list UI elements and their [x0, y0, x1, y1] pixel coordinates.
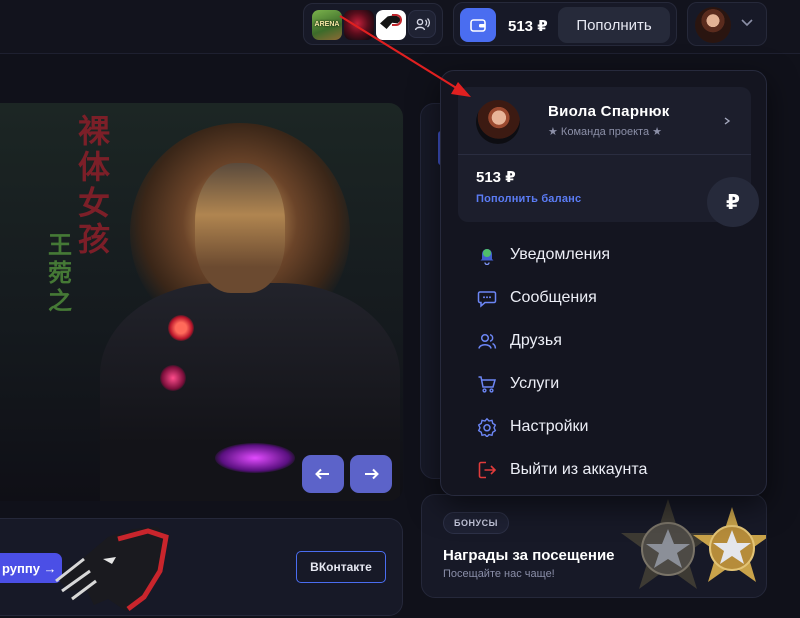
balance-widget: 513 ₽ Пополнить [453, 2, 677, 46]
menu-item-messages[interactable]: Сообщения [475, 276, 745, 319]
friends-icon [475, 329, 499, 353]
lion-face [195, 163, 285, 293]
menu-item-services[interactable]: Услуги [475, 362, 745, 405]
wolf-logo-icon [55, 527, 169, 611]
bell-icon [475, 243, 499, 267]
profile-menu-button[interactable] [687, 2, 767, 46]
chat-icon [475, 286, 499, 310]
armor-glow-bottom [215, 443, 295, 473]
arrow-right-icon [365, 468, 379, 480]
gold-star-medal-icon [693, 507, 766, 582]
armor-glow [160, 365, 186, 391]
slider-prev-button[interactable] [302, 455, 344, 493]
dropdown-menu: Уведомления Сообщения Друзья Услуги Наст… [475, 233, 745, 491]
menu-item-label: Уведомления [510, 245, 611, 263]
menu-item-logout[interactable]: Выйти из аккаунта [475, 448, 745, 491]
server-arena-icon[interactable]: ARENA [312, 10, 342, 40]
server-arena-label: ARENA [314, 21, 340, 28]
hero-slider: 裸 体 女 孩 王 菀 之 [0, 103, 403, 501]
chevron-right-icon[interactable] [722, 116, 732, 126]
neon-sign-green: 王 菀 之 [48, 231, 72, 315]
arrow-left-icon [315, 468, 329, 480]
chevron-down-icon [741, 19, 753, 27]
server-wolf-icon[interactable] [376, 10, 406, 40]
gear-icon [475, 415, 499, 439]
community-card: руппу → ВКонтакте [0, 518, 403, 616]
bonus-title: Награды за посещение [443, 547, 615, 564]
avatar [695, 7, 731, 43]
bonus-card[interactable]: БОНУСЫ Награды за посещение Посещайте на… [421, 494, 767, 598]
menu-item-label: Услуги [510, 374, 560, 392]
menu-item-label: Выйти из аккаунта [510, 460, 648, 478]
wolf-logo-accent [392, 14, 402, 26]
menu-item-label: Друзья [510, 331, 562, 349]
header-balance: 513 ₽ [508, 18, 548, 35]
bonus-subtitle: Посещайте нас чаще! [443, 568, 555, 580]
menu-item-label: Настройки [510, 417, 589, 435]
bonus-badge: БОНУСЫ [443, 512, 509, 534]
armor-core-light [168, 315, 194, 341]
topup-balance-link[interactable]: Пополнить баланс [476, 193, 581, 205]
avatar[interactable] [476, 100, 520, 144]
topup-button[interactable]: Пополнить [558, 7, 670, 43]
user-role: ★ Команда проекта ★ [548, 126, 662, 138]
menu-item-friends[interactable]: Друзья [475, 319, 745, 362]
dropdown-balance: 513 ₽ [476, 169, 516, 186]
top-header: ARENA 513 ₽ Пополнить [0, 0, 800, 54]
menu-item-settings[interactable]: Настройки [475, 405, 745, 448]
slider-next-button[interactable] [350, 455, 392, 493]
menu-item-notifications[interactable]: Уведомления [475, 233, 745, 276]
wallet-icon[interactable] [460, 8, 496, 42]
user-name[interactable]: Виола Спарнюк [548, 103, 670, 120]
logout-icon [475, 458, 499, 482]
vk-button[interactable]: ВКонтакте [296, 551, 386, 583]
menu-item-label: Сообщения [510, 288, 597, 306]
cart-icon [475, 372, 499, 396]
profile-dropdown: Виола Спарнюк ★ Команда проекта ★ 513 ₽ … [440, 70, 767, 496]
server-red-icon[interactable] [344, 10, 374, 40]
neon-sign-red: 裸 体 女 孩 [78, 112, 111, 258]
ruble-icon[interactable]: ₽ [707, 177, 759, 227]
server-switcher: ARENA [303, 3, 443, 45]
broadcast-icon[interactable] [408, 10, 436, 38]
divider [458, 154, 751, 155]
